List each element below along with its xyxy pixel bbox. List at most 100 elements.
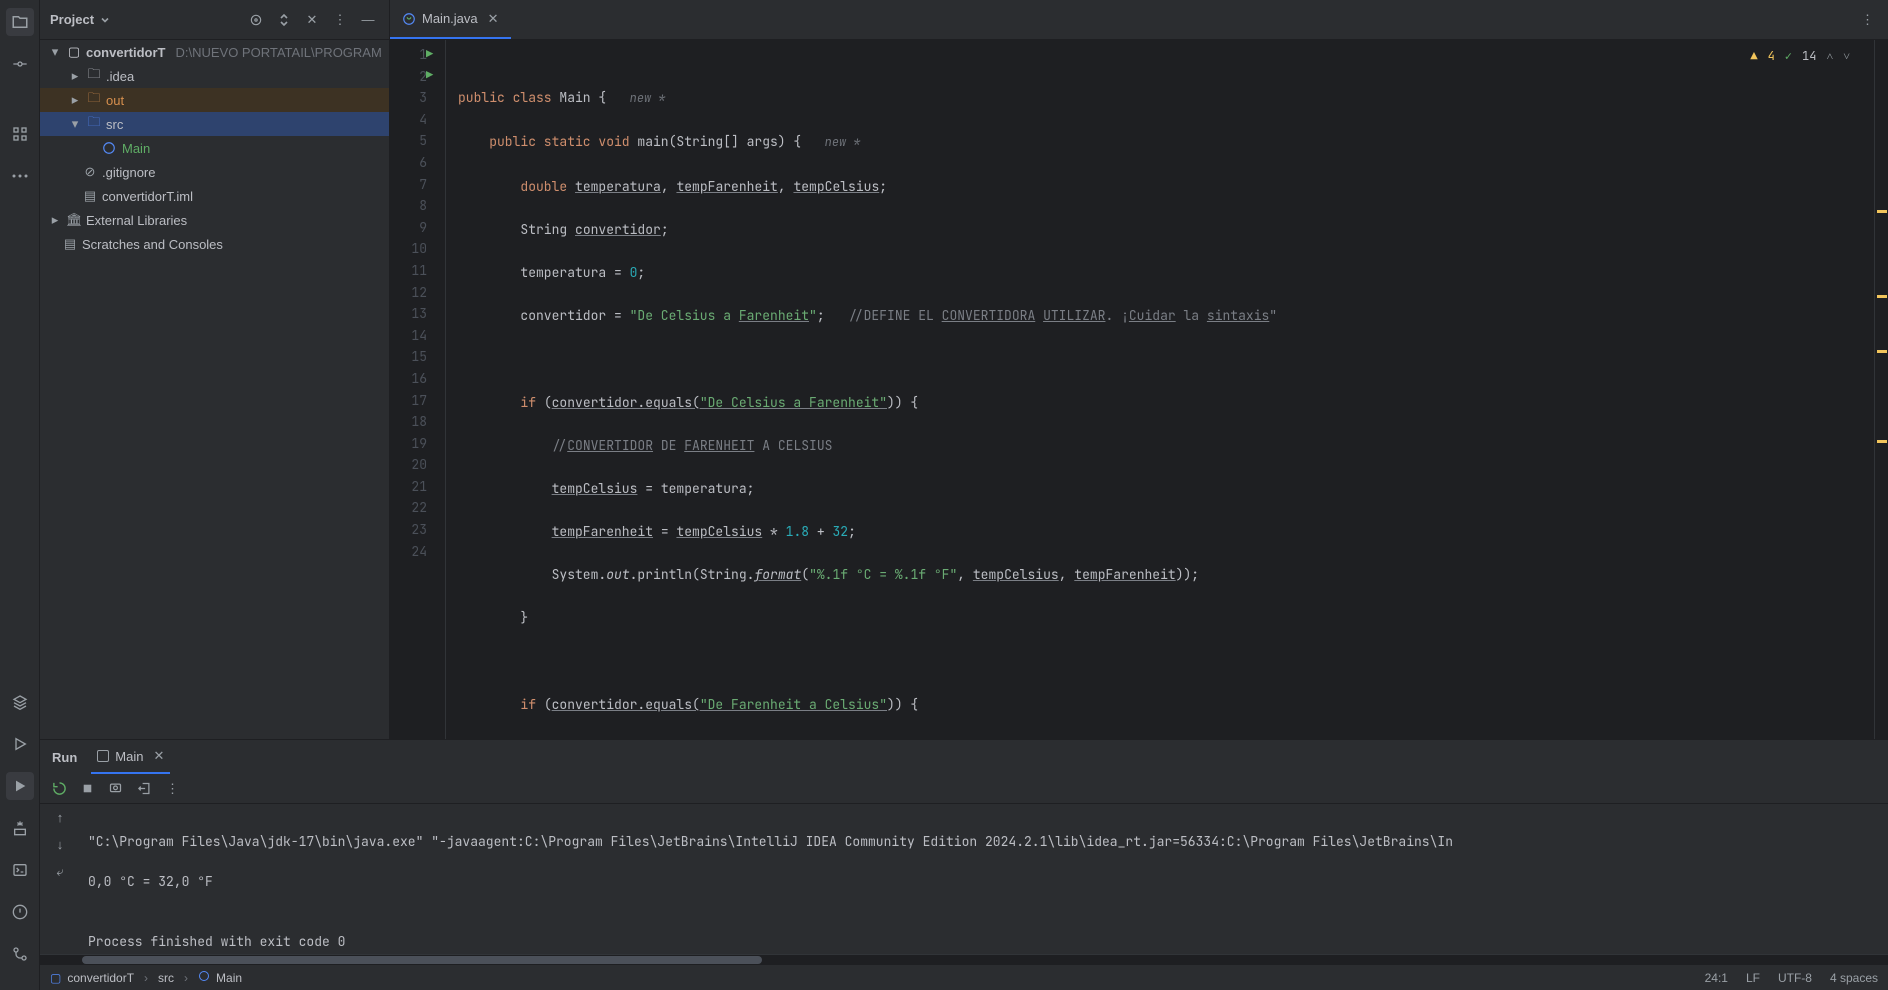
indent-setting[interactable]: 4 spaces xyxy=(1830,971,1878,985)
editor-tab-main[interactable]: Main.java ✕ xyxy=(390,0,511,39)
run-line-icon[interactable]: ▶ xyxy=(426,44,433,66)
tree-root[interactable]: ▾ ▢ convertidorT D:\NUEVO PORTATAIL\PROG… xyxy=(40,40,389,64)
hide-panel-icon[interactable]: — xyxy=(357,9,379,31)
terminal-tool-icon[interactable] xyxy=(6,856,34,884)
caret-position[interactable]: 24:1 xyxy=(1705,971,1728,985)
tree-out-folder[interactable]: ▸ 🗀 out xyxy=(40,88,389,112)
rerun-icon[interactable] xyxy=(52,781,67,796)
code-line: if (convertidor.equals("De Celsius a Far… xyxy=(458,392,1874,414)
run-output[interactable]: "C:\Program Files\Java\jdk-17\bin\java.e… xyxy=(80,804,1888,954)
project-tree[interactable]: ▾ ▢ convertidorT D:\NUEVO PORTATAIL\PROG… xyxy=(40,40,390,739)
gutter[interactable]: ▶ ▶ 1 2 3 4 5 6 7 8 9 10 11 12 13 14 15 xyxy=(390,40,446,739)
middle-row: ▾ ▢ convertidorT D:\NUEVO PORTATAIL\PROG… xyxy=(40,40,1888,739)
run-toolbar: ⋮ xyxy=(40,774,1888,804)
up-icon[interactable]: ↑ xyxy=(57,810,64,825)
editor-options-icon[interactable]: ⋮ xyxy=(1861,12,1888,28)
wrap-icon[interactable]: ⤶ xyxy=(56,864,63,880)
check-icon: ✓ xyxy=(1785,46,1792,68)
run-panel: Run Main ✕ ⋮ ↑ ↓ xyxy=(40,739,1888,964)
services-tool-icon[interactable] xyxy=(6,730,34,758)
module-icon: ▢ xyxy=(50,971,61,985)
vcs-tool-icon[interactable] xyxy=(6,940,34,968)
output-line: Process finished with exit code 0 xyxy=(88,932,1888,952)
prev-highlight-icon[interactable]: ˄ xyxy=(1826,46,1833,68)
run-panel-title: Run xyxy=(52,750,77,765)
code-line: } xyxy=(458,607,1874,629)
warning-marker[interactable] xyxy=(1877,350,1887,353)
project-title: Project xyxy=(50,12,94,27)
panel-options-icon[interactable]: ⋮ xyxy=(329,9,351,31)
commit-tool-icon[interactable] xyxy=(6,50,34,78)
output-line: 0,0 °C = 32,0 °F xyxy=(88,872,1888,892)
iml-file-icon: ▤ xyxy=(82,188,98,204)
next-highlight-icon[interactable]: ˅ xyxy=(1843,46,1850,68)
chevron-down-icon[interactable]: ▾ xyxy=(48,44,62,60)
close-tab-icon[interactable]: ✕ xyxy=(488,11,499,27)
run-options-icon[interactable]: ⋮ xyxy=(166,781,179,797)
tree-main-class[interactable]: Main xyxy=(40,136,389,160)
chevron-down-icon[interactable]: ▾ xyxy=(68,116,82,132)
library-icon: 🏛 xyxy=(66,212,82,228)
tree-root-name: convertidorT xyxy=(86,45,165,60)
warning-marker[interactable] xyxy=(1877,440,1887,443)
chevron-down-icon[interactable] xyxy=(100,15,110,25)
code-line: tempFarenheit = tempCelsius * 1.8 + 32; xyxy=(458,521,1874,543)
close-tab-icon[interactable]: ✕ xyxy=(153,748,164,764)
tree-external-libs[interactable]: ▸ 🏛 External Libraries xyxy=(40,208,389,232)
tree-root-path: D:\NUEVO PORTATAIL\PROGRAM xyxy=(175,45,381,60)
tree-gitignore[interactable]: ⊘ .gitignore xyxy=(40,160,389,184)
tree-iml-file[interactable]: ▤ convertidorT.iml xyxy=(40,184,389,208)
top-row: Project ✕ ⋮ — Main.java ✕ ⋮ xyxy=(40,0,1888,40)
run-panel-tabs: Run Main ✕ xyxy=(40,740,1888,774)
breadcrumb[interactable]: ▢ convertidorT › src › Main xyxy=(50,970,242,985)
run-line-icon[interactable]: ▶ xyxy=(426,65,433,87)
error-stripe[interactable] xyxy=(1874,40,1888,739)
tree-src-folder[interactable]: ▾ 🗀 src xyxy=(40,112,389,136)
expand-all-icon[interactable] xyxy=(273,9,295,31)
down-icon[interactable]: ↓ xyxy=(57,837,64,852)
ignore-file-icon: ⊘ xyxy=(82,164,98,180)
chevron-right-icon[interactable]: ▸ xyxy=(68,68,82,84)
chevron-right-icon[interactable]: ▸ xyxy=(68,92,82,108)
problems-tool-icon[interactable] xyxy=(6,898,34,926)
tree-scratches[interactable]: ▤ Scratches and Consoles xyxy=(40,232,389,256)
code-line xyxy=(458,348,1874,370)
code-body[interactable]: ▲4 ✓14 ˄ ˅ public class Main { new * pub… xyxy=(446,40,1874,739)
chevron-right-icon[interactable]: ▸ xyxy=(48,212,62,228)
line-separator[interactable]: LF xyxy=(1746,971,1760,985)
file-encoding[interactable]: UTF-8 xyxy=(1778,971,1812,985)
code-line xyxy=(458,651,1874,673)
build-tool-icon[interactable] xyxy=(6,814,34,842)
main-area: Project ✕ ⋮ — Main.java ✕ ⋮ xyxy=(40,0,1888,990)
code-line: public static void main(String[] args) {… xyxy=(458,131,1874,154)
layers-tool-icon[interactable] xyxy=(6,688,34,716)
scrollbar-thumb[interactable] xyxy=(82,956,762,964)
tree-idea-folder[interactable]: ▸ 🗀 .idea xyxy=(40,64,389,88)
run-tool-icon[interactable] xyxy=(6,772,34,800)
dump-icon[interactable] xyxy=(108,781,123,796)
code-line: convertidor = "De Celsius a Farenheit"; … xyxy=(458,305,1874,327)
warning-marker[interactable] xyxy=(1877,210,1887,213)
locate-icon[interactable] xyxy=(245,9,267,31)
left-tool-rail xyxy=(0,0,40,990)
editor-area: ▶ ▶ 1 2 3 4 5 6 7 8 9 10 11 12 13 14 15 xyxy=(390,40,1888,739)
more-tool-icon[interactable] xyxy=(6,162,34,190)
scratch-icon: ▤ xyxy=(62,236,78,252)
module-icon: ▢ xyxy=(66,44,82,60)
stop-icon[interactable] xyxy=(81,782,94,795)
warning-marker[interactable] xyxy=(1877,295,1887,298)
folder-icon: 🗀 xyxy=(86,89,102,111)
run-config-icon xyxy=(97,750,109,762)
code-line: //CONVERTIDOR DE CELSIUS A FARENHEIT xyxy=(458,737,1874,739)
project-panel-header: Project ✕ ⋮ — xyxy=(40,0,390,39)
structure-tool-icon[interactable] xyxy=(6,120,34,148)
exit-icon[interactable] xyxy=(137,781,152,796)
code-line: System.out.println(String.format("%.1f °… xyxy=(458,564,1874,586)
editor-tabs: Main.java ✕ ⋮ xyxy=(390,0,1888,39)
close-panel-icon[interactable]: ✕ xyxy=(301,9,323,31)
run-config-tab[interactable]: Main ✕ xyxy=(91,740,170,774)
chevron-right-icon: › xyxy=(144,971,148,985)
inspections-widget[interactable]: ▲4 ✓14 ˄ ˅ xyxy=(1750,46,1850,68)
project-tool-icon[interactable] xyxy=(6,8,34,36)
h-scrollbar[interactable] xyxy=(40,954,1888,964)
